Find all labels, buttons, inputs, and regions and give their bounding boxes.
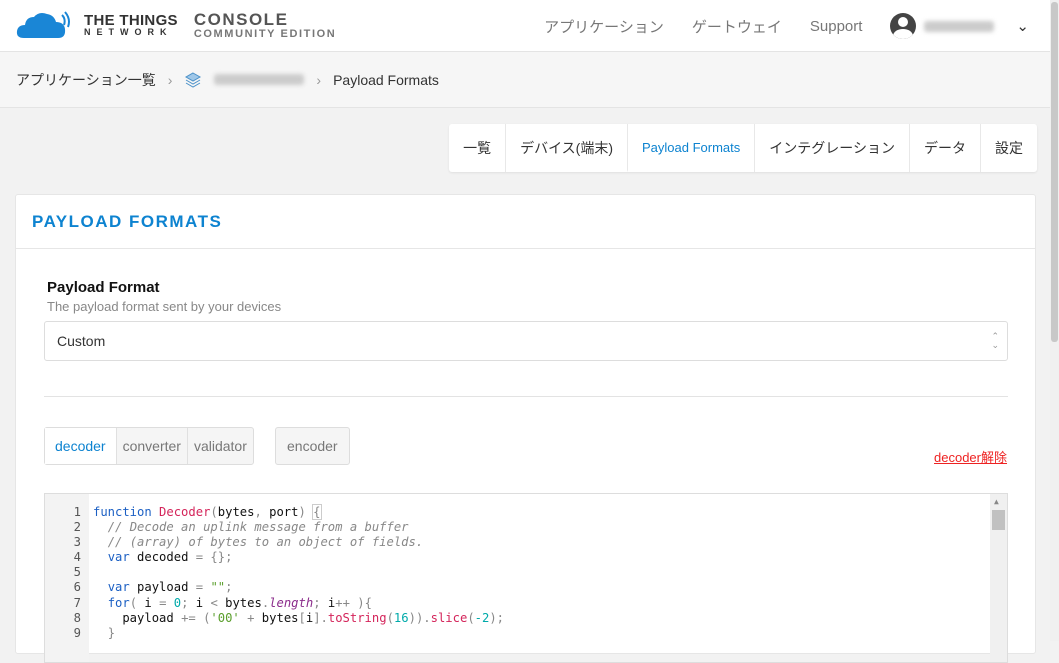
line-number: 2: [73, 520, 81, 535]
line-number: 5: [73, 565, 81, 580]
code-content[interactable]: function Decoder(bytes, port) { // Decod…: [89, 494, 504, 662]
breadcrumb-applications[interactable]: アプリケーション一覧: [16, 70, 156, 90]
function-tabs: decoder converter validator: [44, 427, 254, 465]
tab-settings[interactable]: 設定: [980, 124, 1037, 172]
editor-scrollbar[interactable]: ▲: [990, 494, 1007, 662]
top-bar: THE THINGS NETWORK CONSOLE COMMUNITY EDITI…: [0, 0, 1059, 52]
scrollbar-thumb[interactable]: [992, 510, 1005, 530]
format-label: Payload Format: [47, 279, 160, 296]
line-number: 7: [73, 595, 81, 610]
app-tabs: 一覧 デバイス(端末) Payload Formats インテグレーション デー…: [449, 124, 1037, 172]
tab-payload-formats[interactable]: Payload Formats: [627, 124, 755, 172]
card-title: PAYLOAD FORMATS: [16, 195, 1035, 249]
nav-applications[interactable]: アプリケーション: [544, 16, 664, 37]
breadcrumb: アプリケーション一覧 › › Payload Formats: [0, 52, 1059, 108]
cloud-icon: [16, 11, 70, 39]
divider: [44, 396, 1008, 397]
tab-validator[interactable]: validator: [186, 428, 253, 464]
line-number: 4: [73, 550, 81, 565]
payload-format-select[interactable]: Custom ⌃ ⌄: [44, 321, 1008, 361]
avatar: [890, 13, 917, 39]
username-blurred: [924, 20, 995, 32]
line-number: 1: [73, 505, 81, 519]
ttn-logo[interactable]: THE THINGS NETWORK CONSOLE COMMUNITY EDITI…: [16, 9, 337, 40]
line-gutter: 123456789: [45, 494, 89, 662]
layers-icon: [185, 71, 202, 88]
edition-label: COMMUNITY EDITION: [193, 27, 337, 40]
line-number: 6: [73, 580, 81, 595]
format-description: The payload format sent by your devices: [47, 299, 282, 314]
tab-decoder[interactable]: decoder: [45, 428, 116, 464]
nav-support[interactable]: Support: [810, 18, 863, 35]
select-value: Custom: [57, 333, 106, 349]
tab-overview[interactable]: 一覧: [449, 124, 505, 172]
line-number: 9: [73, 625, 81, 640]
tab-devices[interactable]: デバイス(端末): [505, 124, 627, 172]
line-number: 3: [73, 535, 81, 550]
breadcrumb-current: Payload Formats: [333, 71, 439, 88]
nav-gateways[interactable]: ゲートウェイ: [692, 16, 782, 37]
tab-integrations[interactable]: インテグレーション: [754, 124, 909, 172]
console-title: CONSOLE: [193, 9, 289, 29]
app-name-blurred[interactable]: [214, 74, 305, 85]
select-arrows-icon: ⌃ ⌄: [991, 331, 999, 350]
brand-name: THE THINGS: [84, 12, 178, 30]
encoder-group: encoder: [275, 427, 350, 465]
page-scrollbar-thumb[interactable]: [1051, 2, 1058, 342]
scroll-up-icon[interactable]: ▲: [994, 497, 999, 506]
user-menu[interactable]: ⌄: [890, 13, 1029, 39]
code-editor[interactable]: 123456789 function Decoder(bytes, port) …: [44, 493, 1008, 663]
chevron-right-icon: ›: [316, 71, 322, 88]
chevron-down-icon: ⌄: [1016, 18, 1029, 35]
tab-converter[interactable]: converter: [115, 428, 187, 464]
tab-encoder[interactable]: encoder: [276, 428, 349, 464]
line-number: 8: [73, 610, 81, 625]
remove-decoder-link[interactable]: decoder解除: [934, 447, 1007, 466]
payload-formats-card: PAYLOAD FORMATS Payload Format The payloa…: [15, 194, 1036, 663]
brand-sub: NETWORK: [84, 27, 173, 38]
tab-data[interactable]: データ: [909, 124, 980, 172]
chevron-right-icon: ›: [167, 71, 173, 88]
page-scrollbar[interactable]: [1050, 0, 1059, 641]
